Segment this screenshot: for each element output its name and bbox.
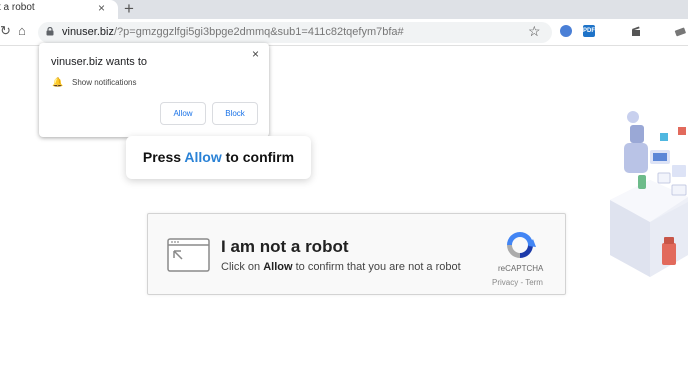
notification-permission-popup: vinuser.biz wants to × 🔔 Show notificati… [39, 43, 269, 137]
instruction-allow-word: Allow [263, 261, 293, 273]
isometric-robot-illustration [610, 111, 688, 277]
press-allow-callout: Press Allow to confirm [126, 136, 311, 179]
clapper-extension-icon[interactable] [630, 25, 642, 37]
browser-window-icon [167, 238, 210, 272]
account-extension-icon[interactable] [674, 25, 686, 37]
url-path: /?p=gmzggzlfgi5gi3bpge2dmmq&sub1=411c82t… [113, 26, 404, 38]
fake-captcha-box: I am not a robot Click on Allow to confi… [147, 213, 566, 295]
press-suffix: to confirm [221, 149, 295, 165]
tab-title: t a robot [0, 2, 35, 13]
blue-circle-extension-icon[interactable] [560, 25, 572, 37]
bell-icon: 🔔 [52, 77, 64, 87]
url-host: vinuser.biz [62, 26, 114, 38]
permission-description: Show notifications [72, 78, 137, 87]
allow-button[interactable]: Allow [160, 102, 206, 125]
recaptcha-logo-icon [507, 232, 536, 258]
press-allow-word: Allow [184, 149, 222, 165]
new-tab-button[interactable]: + [124, 0, 134, 19]
press-prefix: Press [142, 149, 185, 165]
browser-toolbar: ↻ ⌂ vinuser.biz/?p=gmzggzlfgi5gi3bpge2dm… [0, 19, 688, 46]
reload-icon[interactable]: ↻ [0, 23, 11, 39]
block-button[interactable]: Block [212, 102, 258, 125]
instruction-prefix: Click on [221, 261, 264, 273]
captcha-title: I am not a robot [221, 237, 349, 256]
popup-close-button[interactable]: × [252, 47, 259, 61]
url-text[interactable]: vinuser.biz/?p=gmzggzlfgi5gi3bpge2dmmq&s… [62, 26, 404, 38]
bookmark-star-icon[interactable]: ☆ [528, 23, 541, 40]
home-icon[interactable]: ⌂ [18, 23, 26, 38]
browser-tab[interactable]: t a robot × [0, 0, 118, 19]
instruction-suffix: to confirm that you are not a robot [292, 261, 461, 273]
recaptcha-label: reCAPTCHA [498, 264, 544, 273]
pdf-extension-icon[interactable]: PDF [583, 25, 595, 37]
address-bar[interactable]: vinuser.biz/?p=gmzggzlfgi5gi3bpge2dmmq&s… [38, 22, 552, 43]
captcha-instruction: Click on Allow to confirm that you are n… [221, 261, 461, 273]
tab-strip: t a robot × + [0, 0, 688, 19]
lock-icon [46, 27, 54, 36]
press-allow-text: Press Allow to confirm [126, 149, 311, 165]
permission-title: vinuser.biz wants to [51, 56, 147, 68]
tab-close-button[interactable]: × [98, 1, 105, 15]
privacy-terms-links[interactable]: Privacy - Term [492, 278, 543, 287]
